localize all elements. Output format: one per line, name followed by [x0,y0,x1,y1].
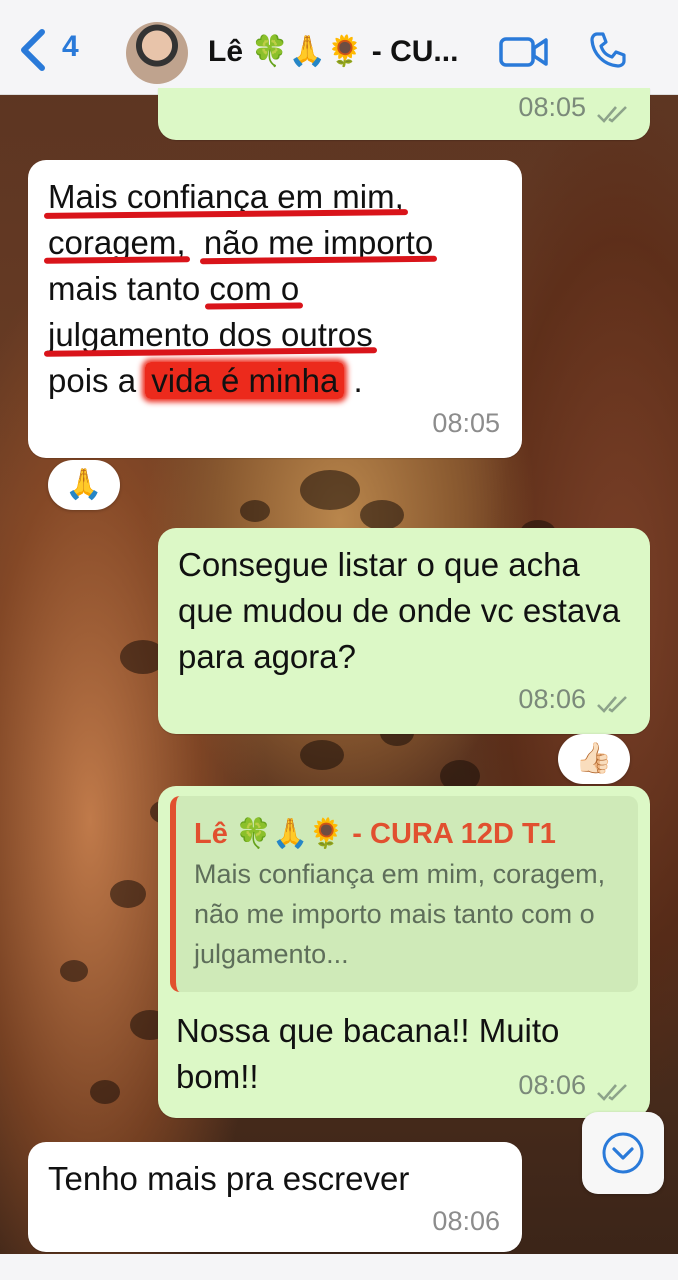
message-bubble-outgoing[interactable]: Consegue listar o que acha que mudou de … [158,528,650,734]
chevron-down-icon [602,1132,644,1174]
quoted-text: Mais confiança em mim, coragem, não me i… [194,859,606,969]
input-bar [0,1254,678,1280]
message-time: 08:06 [432,1206,500,1236]
message-text: Mais confiança em mim, coragem, não me i… [43,174,504,404]
message-time: 08:06 [518,684,586,714]
text-segment: mais tanto [48,270,201,307]
reaction-badge[interactable]: 🙏 [48,460,120,510]
chat-title[interactable]: Lê 🍀🙏🌻 - CU... [208,34,458,69]
marker-highlight: vida é minha [145,362,345,399]
scroll-to-bottom-button[interactable] [582,1112,664,1194]
quoted-message[interactable]: Lê 🍀🙏🌻 - CURA 12D T1 Mais confiança em m… [170,796,638,992]
message-time: 08:05 [518,92,586,122]
video-call-button[interactable] [498,34,550,70]
message-bubble-incoming[interactable]: Tenho mais pra escrever 08:06 [28,1142,522,1252]
double-check-icon [597,106,627,123]
text-segment: . [353,362,363,399]
message-time: 08:05 [432,408,500,438]
back-button[interactable] [16,28,52,72]
quoted-author: Lê 🍀🙏🌻 - CURA 12D T1 [194,818,556,850]
highlighted-phrase: não me importo [199,224,438,265]
highlighted-phrase: julgamento dos outros [43,316,377,357]
phone-icon [590,32,626,68]
double-check-icon [597,1084,627,1101]
message-time: 08:06 [518,1070,586,1100]
reaction-badge[interactable]: 👍🏻 [558,734,630,784]
message-bubble-outgoing[interactable]: 08:05 [158,88,650,140]
message-text: Tenho mais pra escrever [48,1160,410,1197]
double-check-icon [597,696,627,713]
chevron-left-icon [21,29,45,71]
message-text: Consegue listar o que acha que mudou de … [178,546,621,675]
highlighted-phrase: com o [205,270,304,310]
message-bubble-incoming[interactable]: Mais confiança em mim, coragem, não me i… [28,160,522,458]
chat-header: 4 Lê 🍀🙏🌻 - CU... [0,0,678,95]
highlighted-phrase: Mais confiança em mim, [43,178,408,219]
voice-call-button[interactable] [588,30,628,70]
text-segment: pois a [48,362,137,399]
unread-count[interactable]: 4 [62,30,79,64]
video-call-icon [499,37,548,67]
message-bubble-outgoing[interactable]: Lê 🍀🙏🌻 - CURA 12D T1 Mais confiança em m… [158,786,650,1118]
avatar[interactable] [126,22,188,84]
highlighted-phrase: coragem, [43,224,190,264]
